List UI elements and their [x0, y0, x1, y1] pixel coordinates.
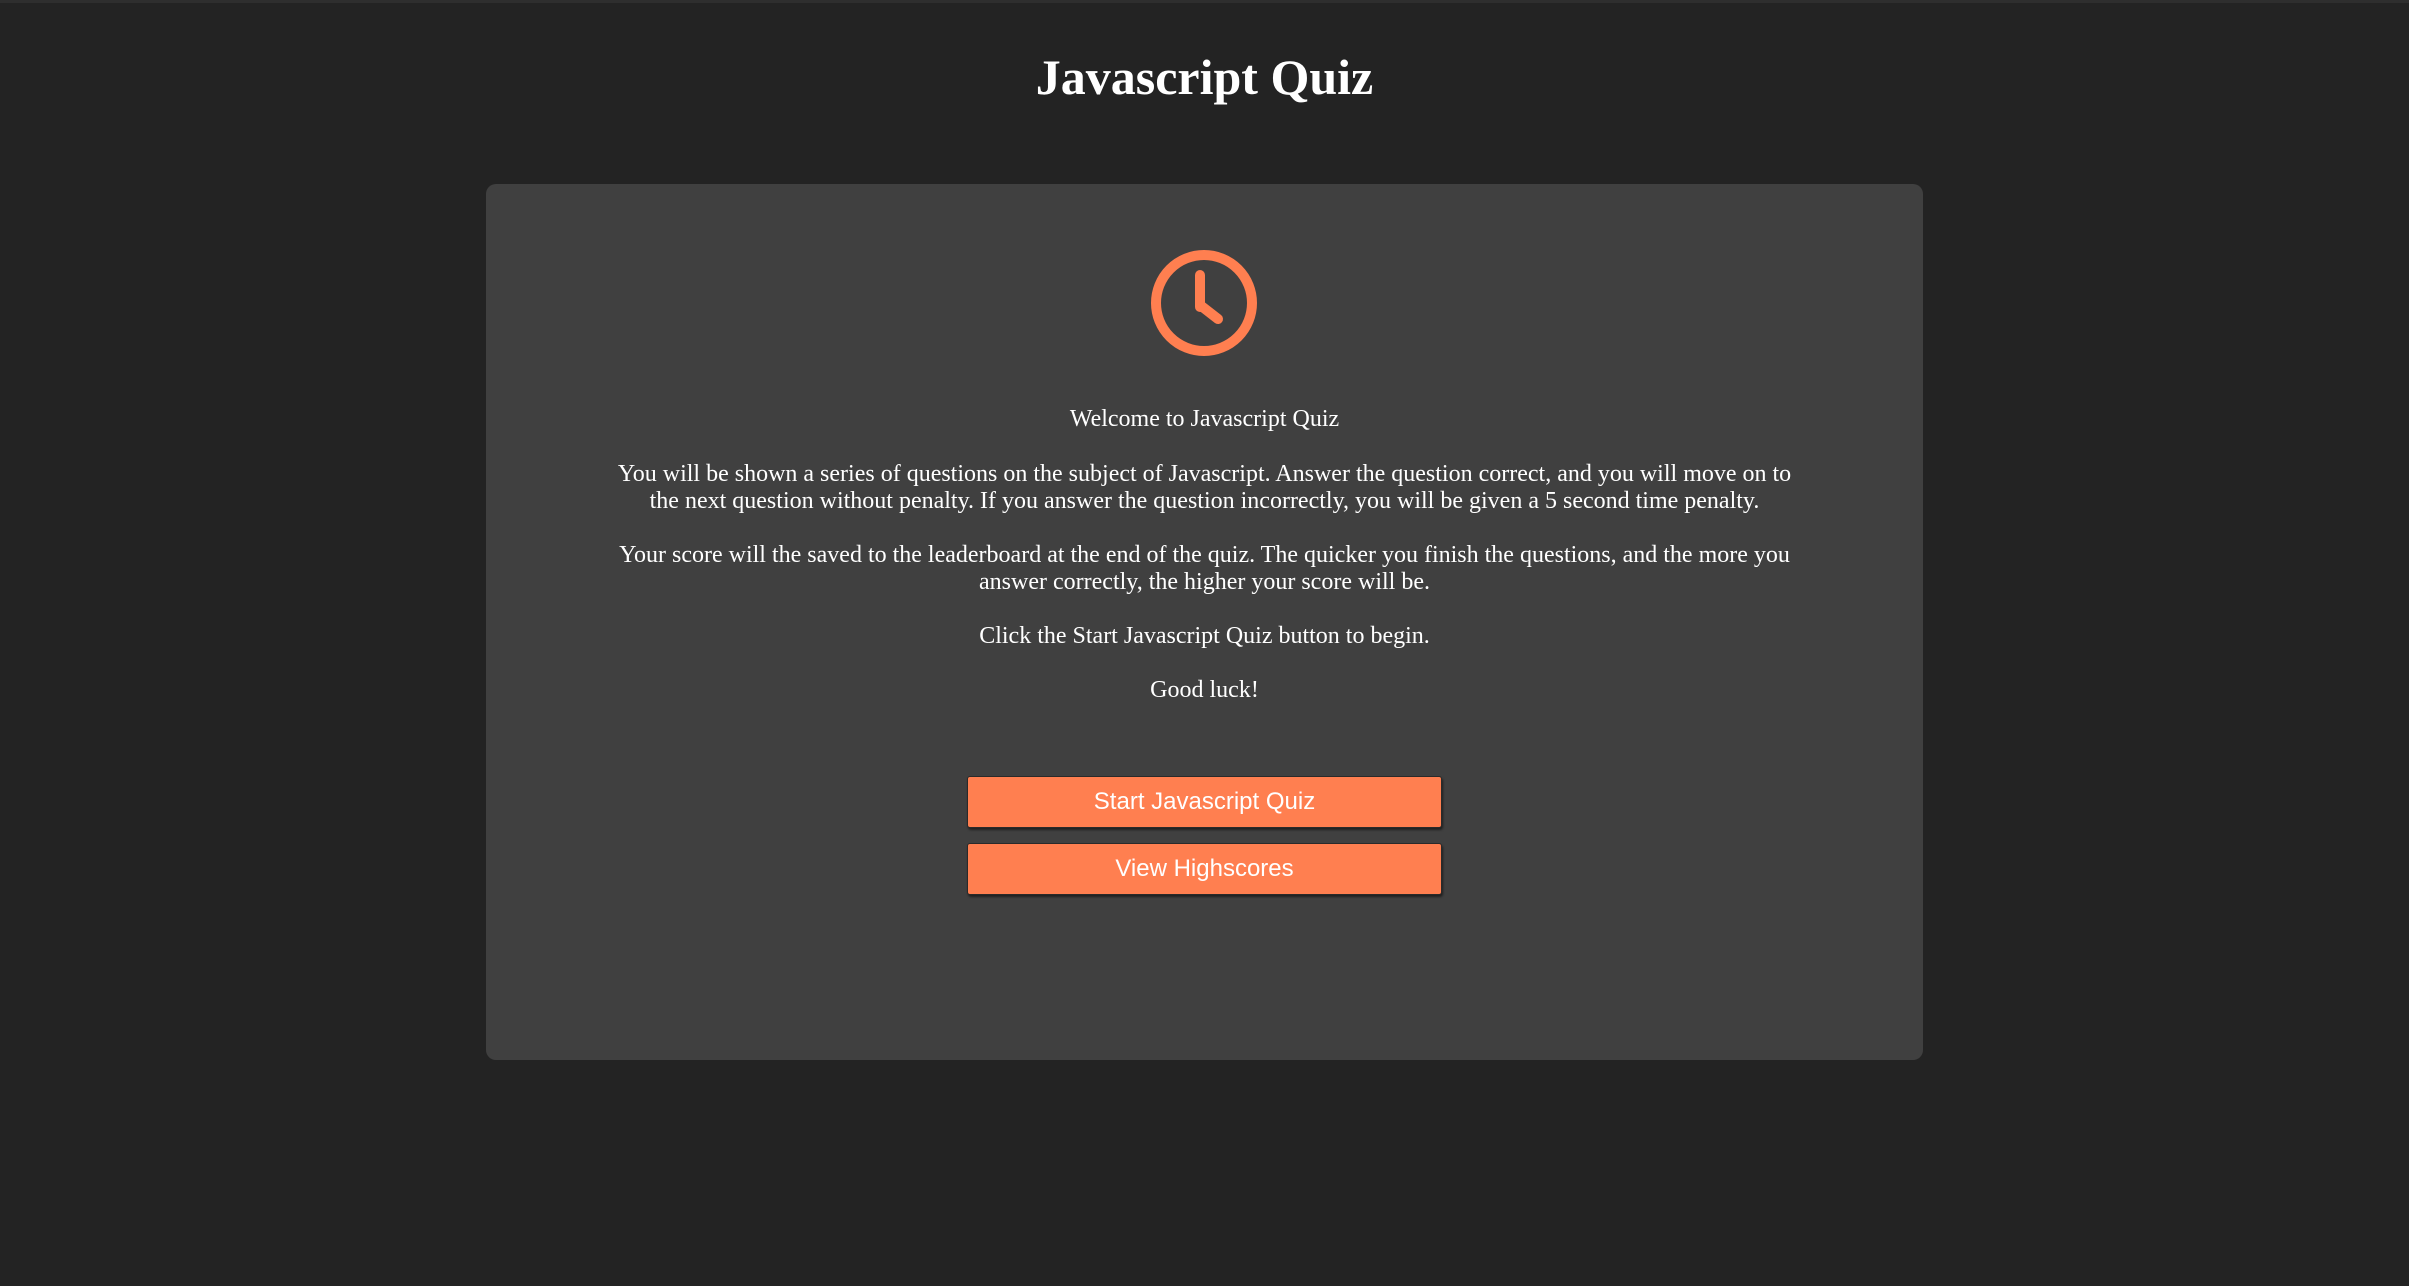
view-highscores-button[interactable]: View Highscores	[967, 843, 1442, 895]
top-divider	[0, 0, 2409, 3]
scoring-text: Your score will the saved to the leaderb…	[619, 542, 1790, 595]
welcome-text: Welcome to Javascript Quiz	[1069, 406, 1340, 432]
good-luck-text: Good luck!	[1150, 677, 1259, 703]
rules-text: You will be shown a series of questions …	[617, 461, 1792, 514]
start-quiz-button[interactable]: Start Javascript Quiz	[967, 776, 1442, 828]
instruction-text: Click the Start Javascript Quiz button t…	[979, 623, 1430, 649]
quiz-intro-card: Welcome to Javascript Quiz You will be s…	[486, 184, 1923, 1060]
clock-icon	[1151, 250, 1257, 356]
page-title: Javascript Quiz	[1035, 49, 1374, 105]
